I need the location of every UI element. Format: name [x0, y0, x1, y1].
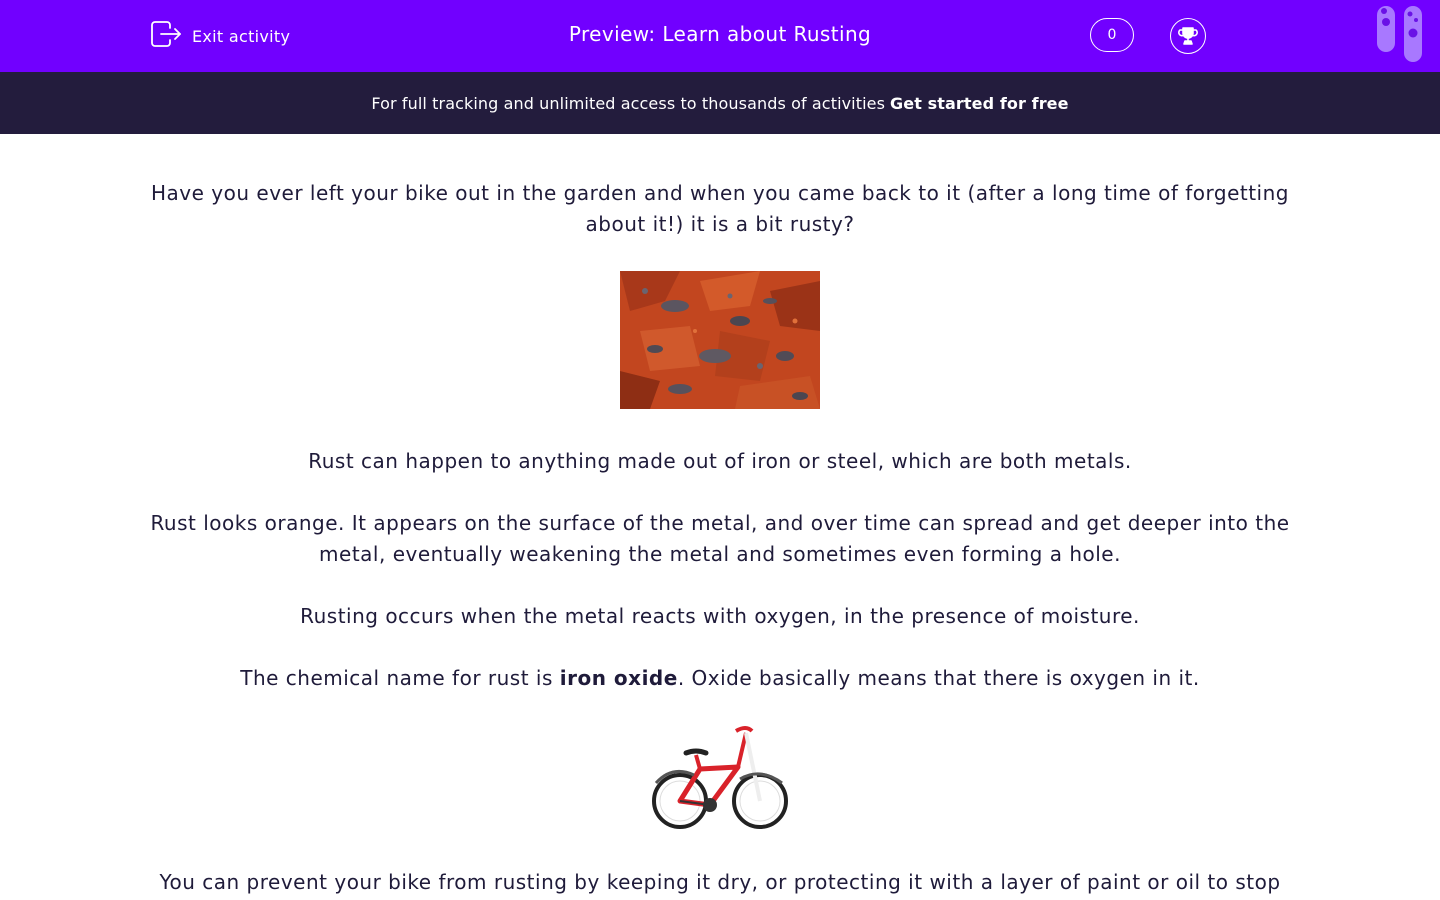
- score-badge: 0: [1090, 18, 1134, 52]
- trophy-icon: [1178, 27, 1198, 45]
- page-title: Preview: Learn about Rusting: [568, 22, 872, 46]
- test-tubes-icon: [1377, 6, 1422, 62]
- chemical-text-after: . Oxide basically means that there is ox…: [677, 666, 1200, 690]
- trophy-button[interactable]: [1170, 18, 1206, 54]
- banner-text: For full tracking and unlimited access t…: [371, 93, 886, 113]
- iron-oxide-term: iron oxide: [559, 666, 678, 690]
- upgrade-banner: For full tracking and unlimited access t…: [0, 72, 1440, 134]
- rust-cause-paragraph: Rusting occurs when the metal reacts wit…: [300, 604, 1140, 628]
- prevention-paragraph: You can prevent your bike from rusting b…: [159, 870, 1281, 894]
- rust-materials-paragraph: Rust can happen to anything made out of …: [308, 449, 1132, 473]
- rust-appearance-paragraph: Rust looks orange. It appears on the sur…: [150, 511, 1290, 566]
- red-bike-image: [652, 726, 788, 829]
- chemical-text-before: The chemical name for rust is: [240, 666, 560, 690]
- intro-paragraph: Have you ever left your bike out in the …: [150, 181, 1289, 236]
- rust-chemical-paragraph: The chemical name for rust is iron oxide…: [140, 663, 1300, 694]
- lesson-content: Have you ever left your bike out in the …: [140, 134, 1300, 898]
- get-started-link[interactable]: Get started for free: [890, 94, 1069, 113]
- top-bar: Exit activity Preview: Learn about Rusti…: [0, 0, 1440, 72]
- rusty-metal-image: [620, 271, 820, 409]
